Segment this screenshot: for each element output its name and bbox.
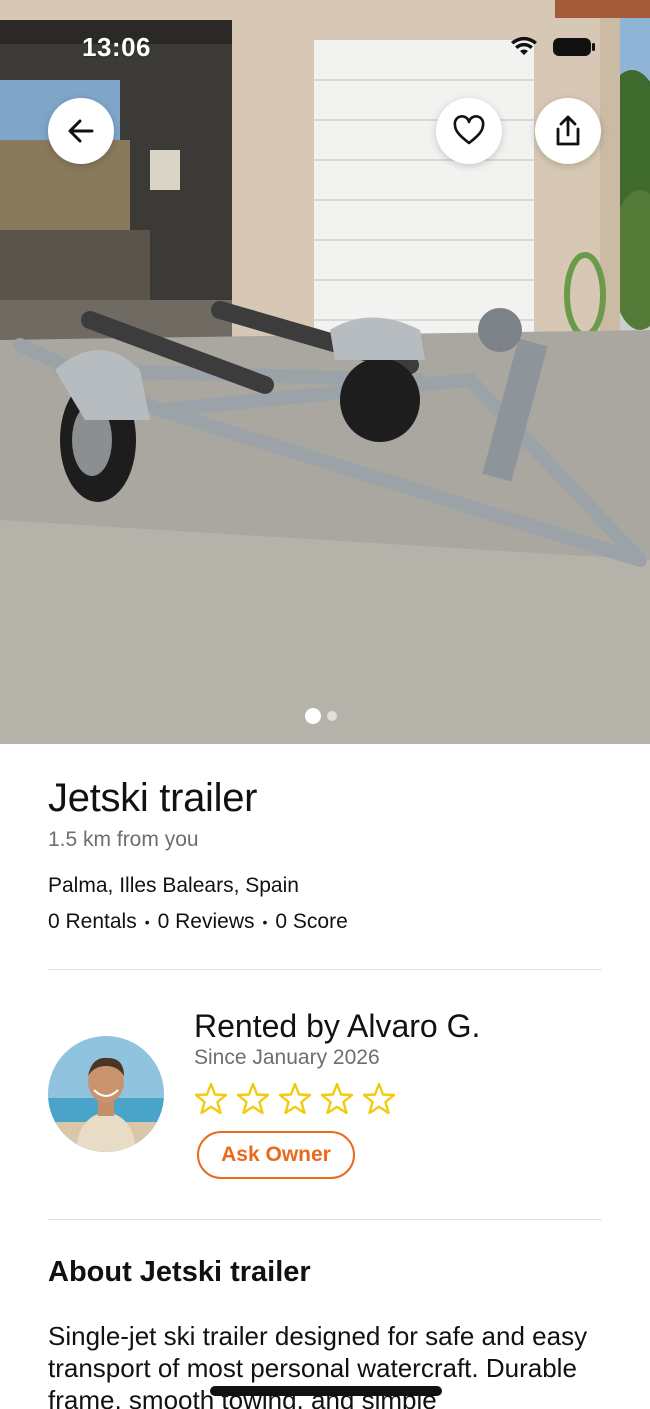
star-outline-icon — [194, 1082, 228, 1114]
star-outline-icon — [278, 1082, 312, 1114]
arrow-left-icon — [68, 119, 94, 143]
about-title: About Jetski trailer — [48, 1256, 311, 1288]
wifi-icon — [511, 37, 537, 55]
favorite-button[interactable] — [436, 98, 502, 164]
heart-outline-icon — [453, 115, 485, 145]
listing-stats: 0 Rentals • 0 Reviews • 0 Score — [48, 910, 348, 934]
gallery-dot-active[interactable] — [305, 708, 321, 724]
score-value: 0 Score — [275, 910, 348, 933]
battery-icon — [553, 38, 595, 56]
star-outline-icon — [236, 1082, 270, 1114]
section-divider — [48, 969, 602, 970]
rentals-count: 0 Rentals — [48, 910, 137, 933]
share-button[interactable] — [535, 98, 601, 164]
owner-avatar[interactable] — [48, 1036, 164, 1152]
listing-title: Jetski trailer — [48, 776, 258, 820]
gallery-pagination[interactable] — [305, 708, 337, 724]
share-icon — [556, 115, 580, 146]
owner-since: Since January 2026 — [194, 1046, 380, 1069]
section-divider — [48, 1219, 602, 1220]
owner-rating — [194, 1082, 396, 1114]
home-indicator[interactable] — [210, 1386, 442, 1396]
owner-name: Rented by Alvaro G. — [194, 1008, 481, 1044]
gallery-dot[interactable] — [327, 711, 337, 721]
star-outline-icon — [362, 1082, 396, 1114]
listing-location: Palma, Illes Balears, Spain — [48, 874, 299, 897]
listing-distance: 1.5 km from you — [48, 828, 199, 851]
stats-separator: • — [262, 914, 268, 930]
back-button[interactable] — [48, 98, 114, 164]
status-icons — [510, 36, 596, 58]
status-time: 13:06 — [82, 32, 151, 62]
listing-photo-gallery[interactable]: 13:06 — [0, 0, 650, 744]
stats-separator: • — [144, 914, 150, 930]
star-outline-icon — [320, 1082, 354, 1114]
ask-owner-button[interactable]: Ask Owner — [197, 1131, 355, 1179]
reviews-count: 0 Reviews — [157, 910, 255, 933]
